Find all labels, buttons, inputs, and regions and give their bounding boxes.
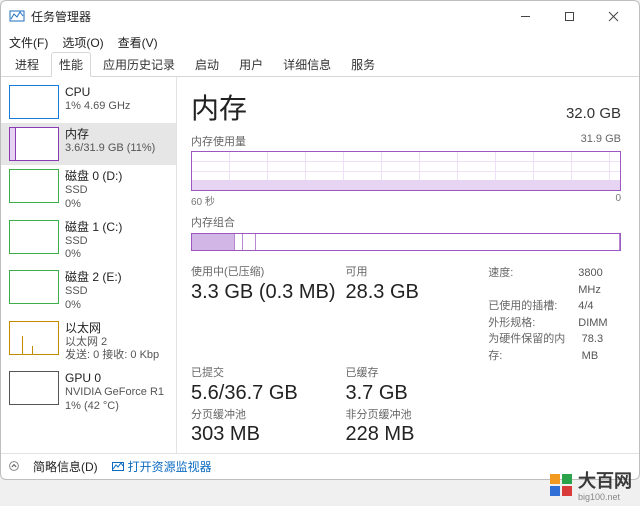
tab-processes[interactable]: 进程 [7, 52, 47, 76]
main-panel: 内存 32.0 GB 内存使用量 31.9 GB 60 秒 0 内存组合 [177, 77, 639, 453]
stat-value-committed: 5.6/36.7 GB [191, 381, 336, 406]
sidebar-item-sub: SSD [65, 184, 168, 198]
sidebar-item-label: 磁盘 1 (C:) [65, 220, 168, 235]
tab-users[interactable]: 用户 [231, 52, 271, 76]
sidebar-item-sub2: 发送: 0 接收: 0 Kbp [65, 349, 168, 363]
app-icon [9, 8, 25, 24]
task-manager-window: 任务管理器 文件(F) 选项(O) 查看(V) 进程 性能 应用历史记录 启动 … [0, 0, 640, 480]
spec-val: 4/4 [578, 298, 593, 315]
sidebar-item-label: GPU 0 [65, 371, 168, 386]
resmon-icon [112, 461, 124, 473]
watermark-logo-icon [550, 474, 572, 496]
sidebar: CPU 1% 4.69 GHz 内存 3.6/31.9 GB (11%) 磁盘 … [1, 77, 177, 453]
tab-details[interactable]: 详细信息 [275, 52, 339, 76]
memory-composition-chart[interactable] [191, 233, 621, 252]
menu-view[interactable]: 查看(V) [118, 34, 158, 51]
sidebar-item-disk2[interactable]: 磁盘 2 (E:) SSD 0% [1, 266, 176, 317]
spec-key: 速度: [488, 265, 572, 298]
menu-options[interactable]: 选项(O) [62, 34, 103, 51]
stat-value-nonpaged: 228 MB [346, 422, 479, 447]
minimize-button[interactable] [503, 1, 547, 31]
stat-label: 已提交 [191, 366, 336, 380]
sidebar-item-label: 内存 [65, 127, 168, 142]
memory-usage-chart[interactable] [191, 151, 621, 191]
stat-value-cached: 3.7 GB [346, 381, 479, 406]
sidebar-item-cpu[interactable]: CPU 1% 4.69 GHz [1, 81, 176, 123]
tab-app-history[interactable]: 应用历史记录 [95, 52, 183, 76]
gpu-thumb-icon [9, 371, 59, 405]
brief-info-button[interactable]: 简略信息(D) [33, 458, 98, 475]
tab-startup[interactable]: 启动 [187, 52, 227, 76]
sidebar-item-disk0[interactable]: 磁盘 0 (D:) SSD 0% [1, 165, 176, 216]
spec-key: 为硬件保留的内存: [488, 331, 575, 364]
stat-value-paged: 303 MB [191, 422, 336, 447]
sidebar-item-sub: SSD [65, 235, 168, 249]
composition-label: 内存组合 [191, 214, 621, 230]
watermark-text: 大百网 [578, 471, 632, 491]
stat-value-in-use: 3.3 GB (0.3 MB) [191, 280, 336, 305]
sidebar-item-label: 磁盘 2 (E:) [65, 270, 168, 285]
titlebar: 任务管理器 [1, 1, 639, 31]
usage-chart-label: 内存使用量 [191, 133, 246, 149]
disk-thumb-icon [9, 220, 59, 254]
sidebar-item-sub: 1% 4.69 GHz [65, 100, 168, 114]
open-resmon-label: 打开资源监视器 [128, 458, 212, 475]
sidebar-item-sub2: 0% [65, 299, 168, 313]
maximize-button[interactable] [547, 1, 591, 31]
window-title: 任务管理器 [31, 8, 91, 25]
stat-label: 分页缓冲池 [191, 408, 336, 422]
chevron-up-icon[interactable] [9, 460, 19, 474]
memory-specs: 速度:3800 MHz 已使用的插槽: 4/4 外形规格: DIMM 为硬件保留的内… [488, 265, 621, 364]
tabbar: 进程 性能 应用历史记录 启动 用户 详细信息 服务 [1, 53, 639, 77]
open-resmon-link[interactable]: 打开资源监视器 [112, 458, 212, 475]
stat-label: 非分页缓冲池 [346, 408, 479, 422]
menubar: 文件(F) 选项(O) 查看(V) [1, 31, 639, 53]
spec-val: 3800 MHz [578, 265, 621, 298]
disk-thumb-icon [9, 270, 59, 304]
cpu-thumb-icon [9, 85, 59, 119]
sidebar-item-ethernet[interactable]: 以太网 以太网 2 发送: 0 接收: 0 Kbp [1, 317, 176, 368]
sidebar-item-sub: NVIDIA GeForce R1 [65, 386, 168, 400]
stat-label: 可用 [346, 265, 479, 279]
usage-chart-max: 31.9 GB [581, 133, 621, 149]
ethernet-thumb-icon [9, 321, 59, 355]
spec-val: DIMM [578, 315, 607, 332]
disk-thumb-icon [9, 169, 59, 203]
memory-thumb-icon [9, 127, 59, 161]
menu-file[interactable]: 文件(F) [9, 34, 48, 51]
close-button[interactable] [591, 1, 635, 31]
sidebar-item-sub: SSD [65, 285, 168, 299]
sidebar-item-sub2: 1% (42 °C) [65, 400, 168, 414]
footer: 简略信息(D) 打开资源监视器 [1, 453, 639, 479]
watermark-sub: big100.net [578, 493, 632, 502]
watermark: 大百网 big100.net [550, 467, 632, 502]
sidebar-item-sub2: 0% [65, 248, 168, 262]
spec-key: 外形规格: [488, 315, 572, 332]
stat-label: 使用中(已压缩) [191, 265, 336, 279]
sidebar-item-disk1[interactable]: 磁盘 1 (C:) SSD 0% [1, 216, 176, 267]
spec-val: 78.3 MB [582, 331, 621, 364]
memory-stats: 使用中(已压缩) 3.3 GB (0.3 MB) 可用 28.3 GB 速度:3… [191, 265, 621, 447]
sidebar-item-label: 磁盘 0 (D:) [65, 169, 168, 184]
tab-performance[interactable]: 性能 [51, 52, 91, 77]
sidebar-item-memory[interactable]: 内存 3.6/31.9 GB (11%) [1, 123, 176, 165]
sidebar-item-sub: 以太网 2 [65, 336, 168, 350]
tab-services[interactable]: 服务 [343, 52, 383, 76]
spec-key: 已使用的插槽: [488, 298, 572, 315]
sidebar-item-label: 以太网 [65, 321, 168, 336]
sidebar-item-gpu0[interactable]: GPU 0 NVIDIA GeForce R1 1% (42 °C) [1, 367, 176, 418]
stat-label: 已缓存 [346, 366, 479, 380]
sidebar-item-sub: 3.6/31.9 GB (11%) [65, 142, 168, 156]
page-title: 内存 [191, 87, 247, 127]
xaxis-left: 60 秒 [191, 193, 215, 208]
sidebar-item-sub2: 0% [65, 198, 168, 212]
sidebar-item-label: CPU [65, 85, 168, 100]
xaxis-right: 0 [615, 193, 621, 208]
stat-value-available: 28.3 GB [346, 280, 479, 305]
memory-total: 32.0 GB [566, 105, 621, 122]
